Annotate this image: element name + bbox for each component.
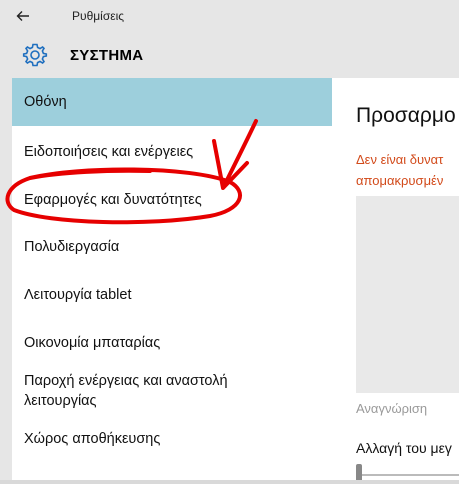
sidebar-item-power-sleep[interactable]: Παροχή ενέργειας και αναστολή λειτουργία…	[12, 371, 272, 411]
sidebar-item-battery-saver[interactable]: Οικονομία μπαταρίας	[12, 333, 332, 353]
sidebar-item-apps-features[interactable]: Εφαρμογές και δυνατότητες	[12, 190, 332, 210]
sidebar-item-label: Πολυδιεργασία	[24, 239, 120, 255]
scale-label: Αλλαγή του μεγ	[356, 440, 452, 456]
sidebar-item-label: Λειτουργία tablet	[24, 287, 132, 303]
identify-link[interactable]: Αναγνώριση	[356, 401, 427, 416]
sidebar-item-display[interactable]: Οθόνη	[12, 78, 332, 126]
sidebar-item-label: Χώρος αποθήκευσης	[24, 431, 161, 447]
warning-line-1: Δεν είναι δυνατ	[356, 152, 444, 167]
back-button[interactable]	[16, 2, 52, 30]
gear-icon	[22, 43, 48, 67]
content-pane: Προσαρμο Δεν είναι δυνατ απομακρυσμέν Αν…	[332, 78, 459, 484]
sidebar-item-label: Εφαρμογές και δυνατότητες	[24, 192, 202, 208]
sidebar-item-multitasking[interactable]: Πολυδιεργασία	[12, 237, 332, 257]
warning-line-2: απομακρυσμέν	[356, 173, 444, 188]
sidebar-item-tablet-mode[interactable]: Λειτουργία tablet	[12, 285, 332, 305]
page-header: ΣΥΣΤΗΜΑ	[0, 36, 459, 74]
sidebar-item-storage[interactable]: Χώρος αποθήκευσης	[12, 429, 332, 449]
warning-message: Δεν είναι δυνατ απομακρυσμέν	[356, 149, 443, 191]
scale-slider-track[interactable]	[358, 474, 459, 476]
sidebar-item-label: Παροχή ενέργειας και αναστολή λειτουργία…	[24, 373, 228, 409]
page-title: Προσαρμο	[356, 104, 456, 127]
sidebar-item-label: Οθόνη	[24, 94, 67, 110]
sidebar-item-label: Ειδοποιήσεις και ενέργειες	[24, 144, 194, 160]
back-arrow-icon	[16, 11, 29, 21]
window-title: Ρυθμίσεις	[72, 9, 125, 23]
bottom-edge	[0, 480, 459, 484]
display-preview[interactable]	[356, 196, 459, 393]
title-bar: Ρυθμίσεις	[0, 0, 459, 32]
sidebar-item-label: Οικονομία μπαταρίας	[24, 335, 161, 351]
sidebar-item-notifications[interactable]: Ειδοποιήσεις και ενέργειες	[12, 142, 332, 162]
section-title: ΣΥΣΤΗΜΑ	[70, 46, 144, 64]
sidebar-nav: Οθόνη Ειδοποιήσεις και ενέργειες Εφαρμογ…	[12, 78, 332, 484]
